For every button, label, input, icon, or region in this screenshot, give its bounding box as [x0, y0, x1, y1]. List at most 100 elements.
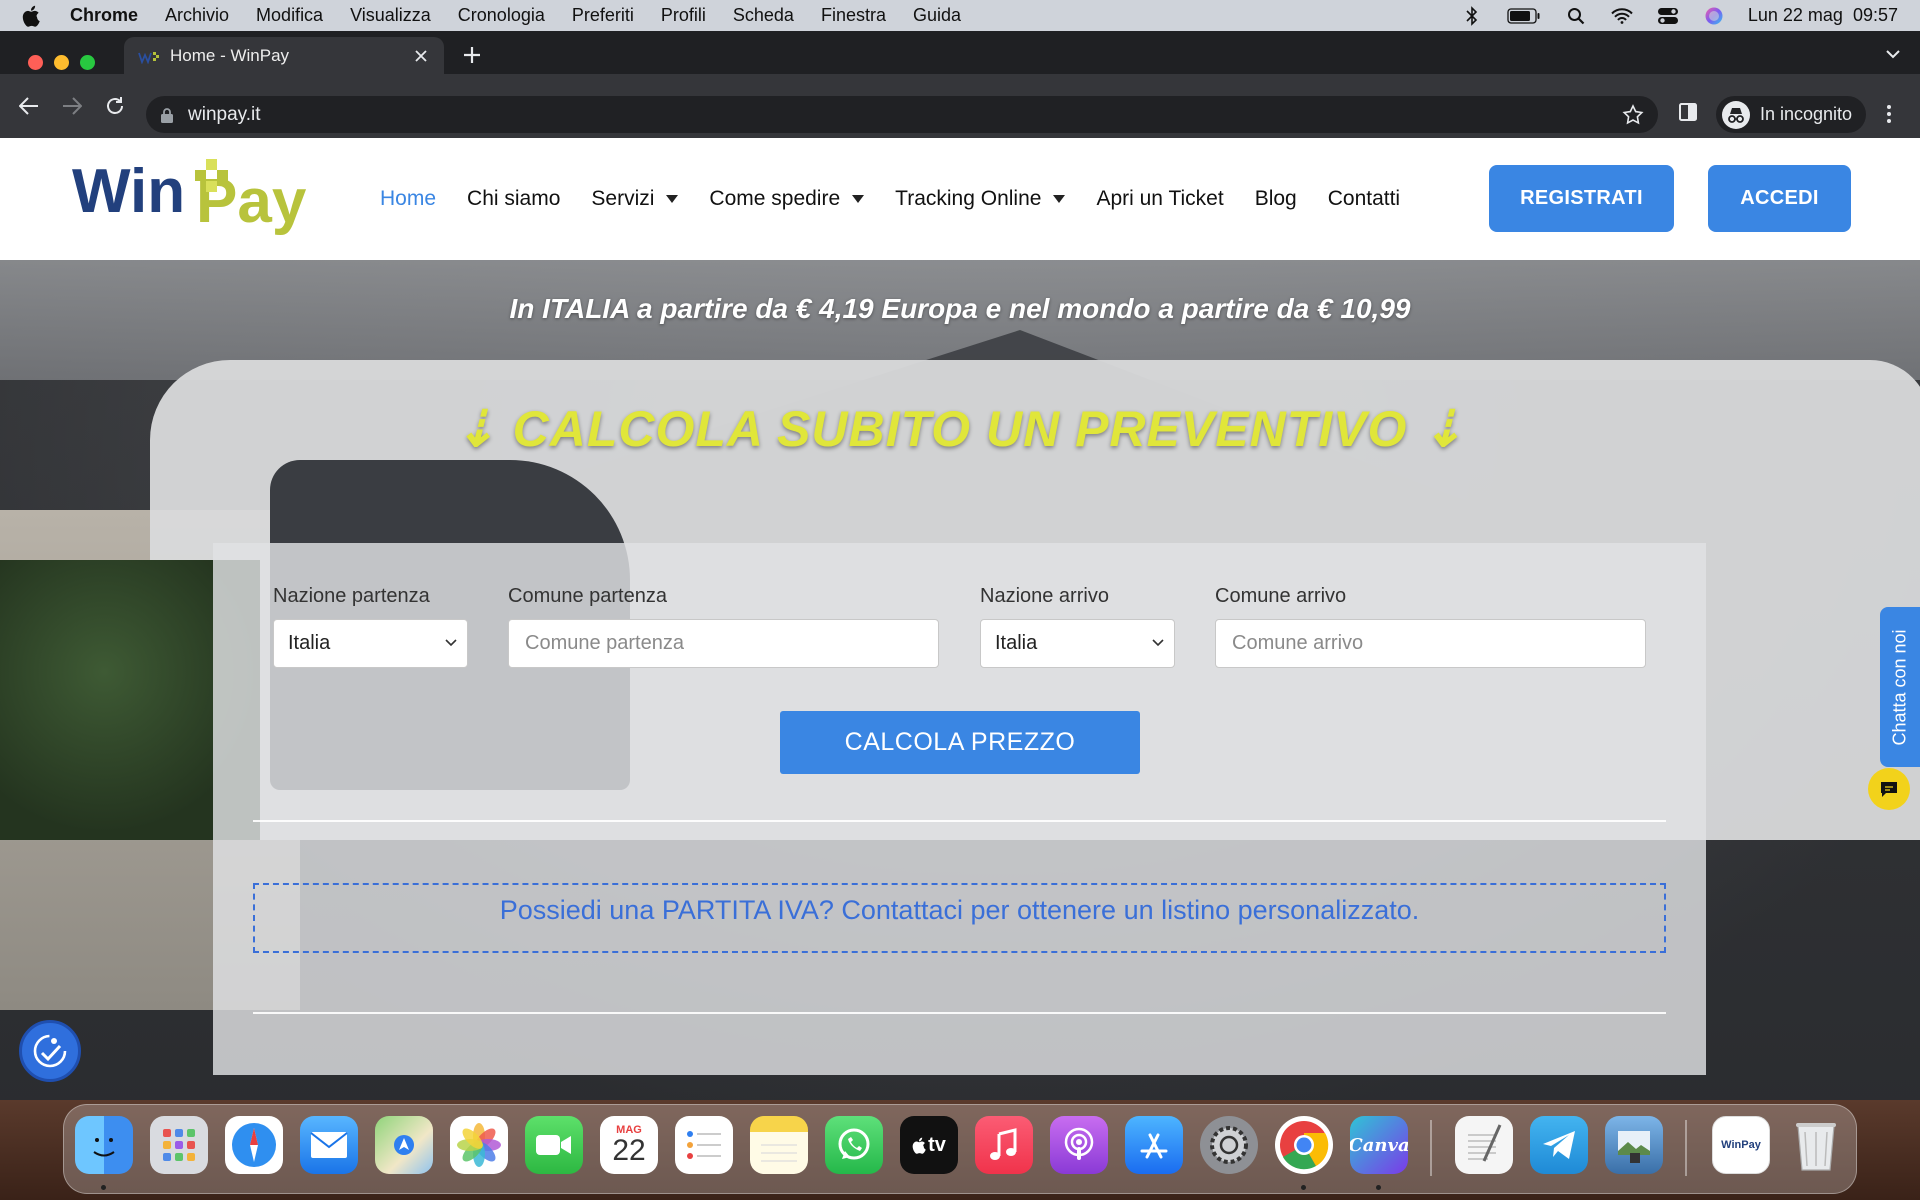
lock-icon[interactable]: [160, 107, 174, 123]
winpay-logo[interactable]: Win Pay: [70, 152, 310, 242]
tab-title: Home - WinPay: [170, 45, 290, 65]
menu-preferiti[interactable]: Preferiti: [572, 5, 634, 26]
menu-finestra[interactable]: Finestra: [821, 5, 886, 26]
close-tab-icon[interactable]: [412, 47, 430, 65]
caret-down-icon: [666, 195, 679, 203]
accessibility-icon[interactable]: [19, 1020, 81, 1082]
winpay-doc-label: WinPay: [1721, 1139, 1761, 1151]
address-bar[interactable]: winpay.it: [146, 96, 1658, 133]
nav-chi-siamo[interactable]: Chi siamo: [467, 187, 560, 211]
dest-country-select[interactable]: Italia: [980, 619, 1175, 668]
nav-home-label: Home: [380, 187, 437, 210]
nav-tracking-online-label: Tracking Online: [895, 187, 1042, 210]
facetime-icon[interactable]: [525, 1116, 583, 1174]
close-window-button[interactable]: [28, 55, 43, 70]
podcasts-icon[interactable]: [1050, 1116, 1108, 1174]
calculate-price-button[interactable]: CALCOLA PREZZO: [780, 711, 1140, 774]
nav-blog[interactable]: Blog: [1255, 187, 1297, 211]
preview-icon[interactable]: [1605, 1116, 1663, 1174]
side-panel-icon[interactable]: [1678, 102, 1700, 124]
dest-city-input[interactable]: [1215, 619, 1646, 668]
site-header: Win Pay Home Chi siamo Servizi Come sped…: [0, 138, 1920, 260]
chat-bubble-icon[interactable]: [1868, 768, 1910, 810]
minimize-window-button[interactable]: [54, 55, 69, 70]
maps-icon[interactable]: [375, 1116, 433, 1174]
telegram-icon[interactable]: [1530, 1116, 1588, 1174]
chevron-down-icon: [1152, 639, 1164, 647]
launchpad-icon[interactable]: [150, 1116, 208, 1174]
vat-notice-text[interactable]: Possiedi una PARTITA IVA? Contattaci per…: [500, 895, 1420, 926]
notes-icon[interactable]: [750, 1116, 808, 1174]
bookmark-star-icon[interactable]: [1622, 103, 1644, 126]
whatsapp-icon[interactable]: [825, 1116, 883, 1174]
tab-home-winpay[interactable]: Home - WinPay: [124, 37, 444, 74]
svg-text:Win: Win: [72, 157, 185, 226]
nav-apri-ticket[interactable]: Apri un Ticket: [1096, 187, 1223, 211]
origin-city-input[interactable]: [508, 619, 939, 668]
calendar-icon[interactable]: MAG 22: [600, 1116, 658, 1174]
bluetooth-icon[interactable]: [1460, 5, 1484, 26]
menu-scheda[interactable]: Scheda: [733, 5, 794, 26]
nav-come-spedire[interactable]: Come spedire: [709, 187, 865, 211]
incognito-profile-button[interactable]: In incognito: [1716, 96, 1867, 133]
trash-icon[interactable]: [1787, 1116, 1845, 1174]
chevron-down-icon: [445, 639, 457, 647]
app-store-icon[interactable]: [1125, 1116, 1183, 1174]
caret-down-icon: [852, 195, 865, 203]
register-button[interactable]: REGISTRATI: [1489, 165, 1674, 232]
main-navigation: Home Chi siamo Servizi Come spedire Trac…: [380, 138, 1431, 260]
nav-chi-siamo-label: Chi siamo: [467, 187, 561, 210]
menu-modifica[interactable]: Modifica: [256, 5, 323, 26]
incognito-label: In incognito: [1760, 104, 1853, 124]
menu-visualizza[interactable]: Visualizza: [350, 5, 431, 26]
winpay-favicon-icon: [138, 49, 159, 65]
safari-icon[interactable]: [225, 1116, 283, 1174]
dest-country-label: Nazione arrivo: [980, 585, 1109, 607]
apple-tv-label: tv: [928, 1133, 946, 1156]
back-arrow-icon[interactable]: [17, 94, 41, 118]
tab-search-chevron-down-icon[interactable]: [1882, 43, 1904, 65]
menu-cronologia[interactable]: Cronologia: [458, 5, 545, 26]
menubar-datetime[interactable]: Lun 22 mag 09:57: [1748, 5, 1898, 26]
origin-country-select[interactable]: Italia: [273, 619, 468, 668]
login-button[interactable]: ACCEDI: [1708, 165, 1851, 232]
menu-archivio[interactable]: Archivio: [165, 5, 229, 26]
canva-icon[interactable]: Canva: [1350, 1116, 1408, 1174]
menu-profili[interactable]: Profili: [661, 5, 706, 26]
finder-running-dot: [101, 1185, 106, 1190]
maximize-window-button[interactable]: [80, 55, 95, 70]
chrome-icon[interactable]: [1275, 1116, 1333, 1174]
battery-icon[interactable]: [1506, 6, 1542, 26]
nav-tracking-online[interactable]: Tracking Online: [895, 187, 1066, 211]
chat-with-us-tab[interactable]: Chatta con noi: [1880, 607, 1920, 767]
reminders-icon[interactable]: [675, 1116, 733, 1174]
chrome-menu-kebab-icon[interactable]: [1878, 102, 1900, 126]
wifi-icon[interactable]: [1610, 6, 1634, 26]
canva-label: Canva: [1350, 1134, 1408, 1156]
finder-icon[interactable]: [75, 1116, 133, 1174]
new-tab-plus-icon[interactable]: [460, 43, 484, 67]
url-text[interactable]: winpay.it: [188, 104, 1622, 126]
system-settings-icon[interactable]: [1200, 1116, 1258, 1174]
nav-home[interactable]: Home: [380, 187, 436, 211]
macos-menu-bar: Chrome Archivio Modifica Visualizza Cron…: [0, 0, 1920, 31]
vat-notice-box[interactable]: Possiedi una PARTITA IVA? Contattaci per…: [253, 883, 1666, 953]
music-icon[interactable]: [975, 1116, 1033, 1174]
control-center-icon[interactable]: [1656, 6, 1680, 26]
mail-icon[interactable]: [300, 1116, 358, 1174]
winpay-document-icon[interactable]: WinPay: [1712, 1116, 1770, 1174]
apple-tv-icon[interactable]: tv: [900, 1116, 958, 1174]
textedit-icon[interactable]: [1455, 1116, 1513, 1174]
siri-icon[interactable]: [1702, 6, 1726, 26]
nav-servizi[interactable]: Servizi: [591, 187, 679, 211]
menu-guida[interactable]: Guida: [913, 5, 961, 26]
spotlight-search-icon[interactable]: [1564, 6, 1588, 26]
nav-contatti[interactable]: Contatti: [1328, 187, 1400, 211]
menu-app-chrome[interactable]: Chrome: [70, 5, 138, 26]
apple-logo-icon[interactable]: [20, 5, 42, 27]
reload-icon[interactable]: [103, 94, 127, 118]
photos-icon[interactable]: [450, 1116, 508, 1174]
forward-arrow-icon[interactable]: [60, 94, 84, 118]
dock-separator: [1430, 1120, 1432, 1176]
origin-country-value: Italia: [288, 632, 331, 654]
